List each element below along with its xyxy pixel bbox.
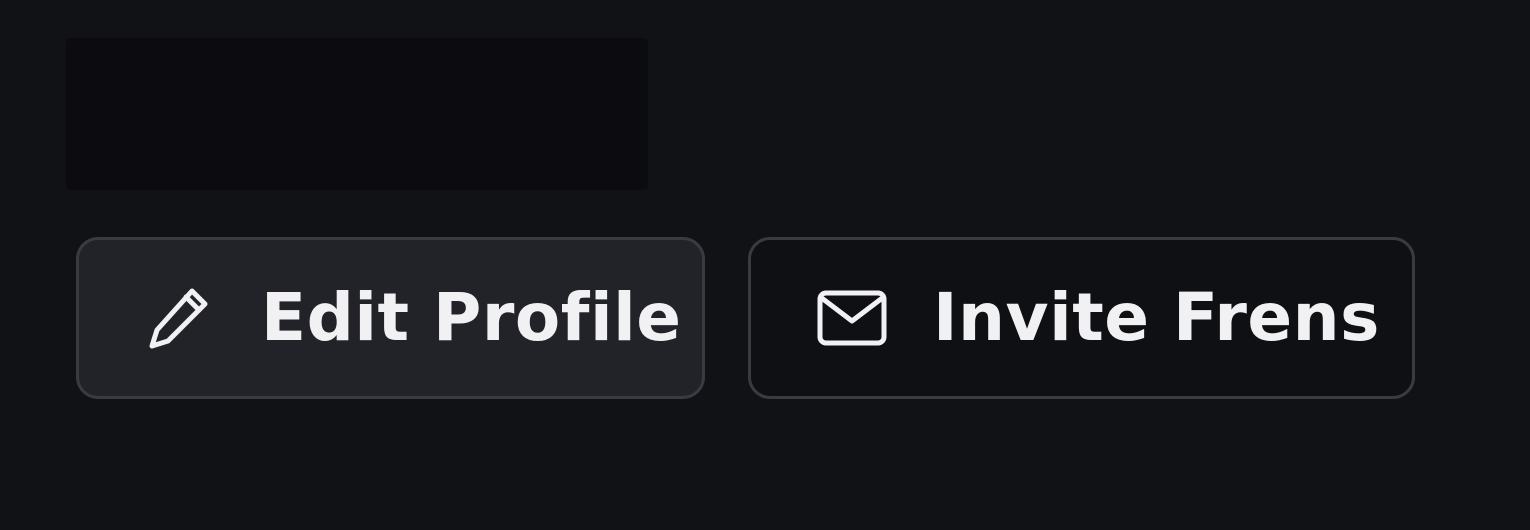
invite-frens-label: Invite Frens (933, 279, 1380, 356)
invite-frens-button[interactable]: Invite Frens (748, 237, 1415, 399)
edit-profile-button[interactable]: Edit Profile (76, 237, 705, 399)
edit-profile-label: Edit Profile (261, 279, 682, 356)
profile-banner-area (66, 38, 648, 190)
pencil-icon (145, 283, 215, 353)
mail-icon (817, 283, 887, 353)
